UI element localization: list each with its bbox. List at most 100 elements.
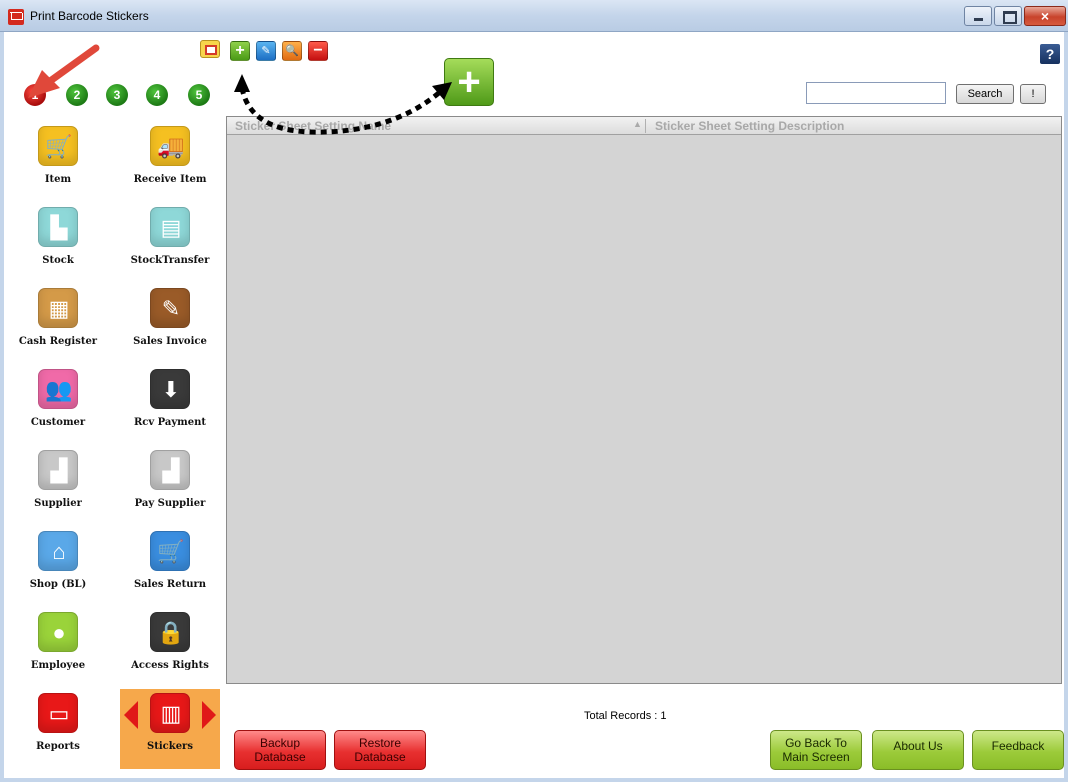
sidebar-item-access-rights[interactable]: 🔒 Access Rights xyxy=(120,608,220,688)
page-2-button[interactable]: 2 xyxy=(66,84,88,106)
sidebar-item-customer[interactable]: 👥 Customer xyxy=(8,365,108,445)
tile-glyph: ▥ xyxy=(160,701,182,726)
tile-glyph: ✎ xyxy=(161,296,181,321)
tile-glyph: ▭ xyxy=(48,701,70,726)
sidebar-item-label: Employee xyxy=(30,660,86,671)
window-frame-bottom xyxy=(0,778,1068,782)
barcode-sticker-icon: ▥ xyxy=(150,693,190,733)
tile-glyph: 🛒 xyxy=(45,134,73,159)
maximize-button[interactable] xyxy=(994,6,1022,26)
restore-database-button[interactable]: Restore Database xyxy=(334,730,426,770)
box-transfer-icon: ▤ xyxy=(150,207,190,247)
tile-glyph: 👥 xyxy=(45,377,73,402)
sidebar-item-stock[interactable]: ▙ Stock xyxy=(8,203,108,283)
app-icon xyxy=(8,9,24,25)
cash-register-icon: ▦ xyxy=(38,288,78,328)
hand-truck-icon: ▙ xyxy=(38,207,78,247)
main-panel: + ✎ 🔍 − + ? Search ! Sticker Sheet Setti… xyxy=(224,32,1064,778)
shop-icon: ⌂ xyxy=(38,531,78,571)
edit-button[interactable]: ✎ xyxy=(256,41,276,61)
sidebar-item-label: Supplier xyxy=(34,498,82,509)
cart-return-icon: 🛒 xyxy=(150,531,190,571)
sidebar-item-sales-invoice[interactable]: ✎ Sales Invoice xyxy=(120,284,220,364)
truck-icon: 🚚 xyxy=(150,126,190,166)
plus-icon: + xyxy=(235,42,245,59)
arrow-right-icon[interactable] xyxy=(202,701,216,729)
clear-search-button[interactable]: ! xyxy=(1020,84,1046,104)
sidebar-item-label: Reports xyxy=(36,741,80,752)
tile-glyph: ▙ xyxy=(50,215,68,240)
sidebar-item-rcv-payment[interactable]: ⬇ Rcv Payment xyxy=(120,365,220,445)
sidebar-item-label: Customer xyxy=(30,417,86,428)
page-4-button[interactable]: 4 xyxy=(146,84,168,106)
feedback-button[interactable]: Feedback xyxy=(972,730,1064,770)
backup-database-button[interactable]: Backup Database xyxy=(234,730,326,770)
plus-icon: + xyxy=(457,60,481,104)
sidebar-item-label: Stickers xyxy=(147,741,193,752)
invoice-icon: ✎ xyxy=(150,288,190,328)
question-icon: ? xyxy=(1045,46,1055,62)
factory-icon: ▟ xyxy=(38,450,78,490)
column-divider[interactable] xyxy=(645,119,646,133)
sidebar-item-label: Shop (BL) xyxy=(29,579,87,590)
sidebar-item-sales-return[interactable]: 🛒 Sales Return xyxy=(120,527,220,607)
tile-glyph: ● xyxy=(52,620,66,645)
tile-glyph: 🛒 xyxy=(157,539,185,564)
column-header-name[interactable]: Sticker Sheet Setting Name xyxy=(235,119,391,133)
total-records-label: Total Records : 1 xyxy=(584,710,667,722)
page-3-button[interactable]: 3 xyxy=(106,84,128,106)
sidebar-item-label: Sales Return xyxy=(133,579,207,590)
customers-icon: 👥 xyxy=(38,369,78,409)
tile-glyph: ▟ xyxy=(162,458,180,483)
window-frame-right xyxy=(1064,32,1068,782)
sidebar-toggle-button[interactable] xyxy=(200,40,220,58)
tile-glyph: ▤ xyxy=(160,215,182,240)
sidebar-item-label: StockTransfer xyxy=(130,255,210,266)
go-back-main-screen-button[interactable]: Go Back To Main Screen xyxy=(770,730,862,770)
grid-header: Sticker Sheet Setting Name ▲ Sticker She… xyxy=(227,117,1061,135)
tile-glyph: ⌂ xyxy=(52,539,66,564)
sidebar-item-reports[interactable]: ▭ Reports xyxy=(8,689,108,769)
arrow-left-icon[interactable] xyxy=(124,701,138,729)
sidebar-item-label: Item xyxy=(44,174,72,185)
add-button[interactable]: + xyxy=(230,41,250,61)
sidebar-item-stickers[interactable]: ▥ Stickers xyxy=(120,689,220,769)
search-button[interactable]: Search xyxy=(956,84,1014,104)
shopping-cart-icon: 🛒 xyxy=(38,126,78,166)
search-input[interactable] xyxy=(806,82,946,104)
sidebar-item-cash-register[interactable]: ▦ Cash Register xyxy=(8,284,108,364)
find-button[interactable]: 🔍 xyxy=(282,41,302,61)
tile-glyph: ▦ xyxy=(48,296,70,321)
column-header-description[interactable]: Sticker Sheet Setting Description xyxy=(655,119,844,133)
close-button[interactable]: × xyxy=(1024,6,1066,26)
data-grid[interactable]: Sticker Sheet Setting Name ▲ Sticker She… xyxy=(226,116,1062,684)
page-1-button[interactable]: 1 xyxy=(24,84,46,106)
sidebar-item-receive-item[interactable]: 🚚 Receive Item xyxy=(120,122,220,202)
title-bar: Print Barcode Stickers × xyxy=(0,0,1068,32)
employee-icon: ● xyxy=(38,612,78,652)
factory-arrow-icon: ▟ xyxy=(150,450,190,490)
coins-icon: ⬇ xyxy=(150,369,190,409)
sidebar-item-item[interactable]: 🛒 Item xyxy=(8,122,108,202)
minimize-button[interactable] xyxy=(964,6,992,26)
page-5-button[interactable]: 5 xyxy=(188,84,210,106)
tile-glyph: 🔒 xyxy=(157,620,185,645)
sidebar-item-employee[interactable]: ● Employee xyxy=(8,608,108,688)
lock-key-icon: 🔒 xyxy=(150,612,190,652)
sidebar-item-label: Rcv Payment xyxy=(133,417,207,428)
about-us-button[interactable]: About Us xyxy=(872,730,964,770)
scroll-icon: ▭ xyxy=(38,693,78,733)
sidebar-item-supplier[interactable]: ▟ Supplier xyxy=(8,446,108,526)
sidebar-item-label: Access Rights xyxy=(131,660,209,671)
tile-glyph: ⬇ xyxy=(161,377,181,402)
help-button[interactable]: ? xyxy=(1040,44,1060,64)
sidebar-item-label: Pay Supplier xyxy=(134,498,206,509)
sidebar-item-label: Stock xyxy=(42,255,74,266)
sidebar-item-label: Sales Invoice xyxy=(133,336,207,347)
sidebar-item-pay-supplier[interactable]: ▟ Pay Supplier xyxy=(120,446,220,526)
sidebar-item-label: Receive Item xyxy=(133,174,207,185)
sidebar-item-stocktransfer[interactable]: ▤ StockTransfer xyxy=(120,203,220,283)
delete-button[interactable]: − xyxy=(308,41,328,61)
magnifier-icon: 🔍 xyxy=(285,45,299,57)
sidebar-item-shop-bl[interactable]: ⌂ Shop (BL) xyxy=(8,527,108,607)
